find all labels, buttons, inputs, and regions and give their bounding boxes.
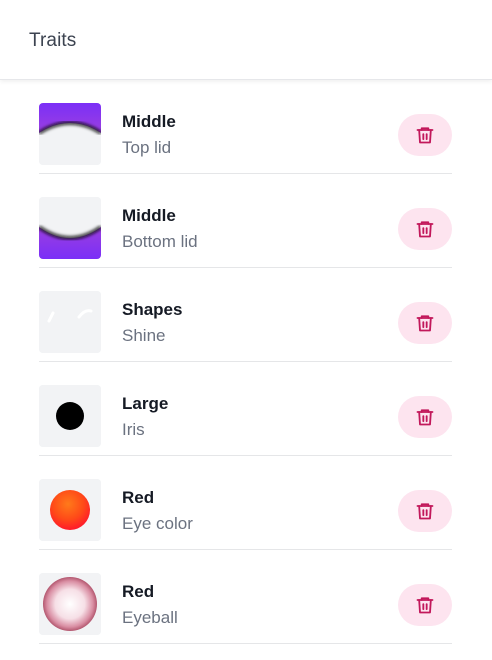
delete-trait-button[interactable]	[398, 208, 452, 250]
trash-icon	[416, 597, 434, 614]
trait-category: Shine	[122, 326, 166, 345]
trait-category: Eyeball	[122, 608, 178, 627]
trait-name: Red	[122, 488, 155, 507]
page-title: Traits	[29, 30, 77, 51]
trait-name: Large	[122, 394, 169, 413]
trash-icon	[416, 127, 434, 144]
trait-name: Red	[122, 582, 155, 601]
top-lid-icon	[39, 103, 101, 165]
eye-color-icon	[39, 479, 101, 541]
eyeball-icon	[39, 573, 101, 635]
trait-name: Shapes	[122, 300, 183, 319]
delete-trait-button[interactable]	[398, 584, 452, 626]
iris-icon	[39, 385, 101, 447]
trash-icon	[416, 221, 434, 238]
list-item: Middle Bottom lid	[39, 174, 452, 268]
delete-trait-button[interactable]	[398, 302, 452, 344]
list-item: Large Iris	[39, 362, 452, 456]
list-item: Shapes Shine	[39, 268, 452, 362]
list-item: Middle Top lid	[39, 80, 452, 174]
list-item: Red Eye color	[39, 456, 452, 550]
trash-icon	[416, 503, 434, 520]
trait-name: Middle	[122, 206, 176, 225]
trash-icon	[416, 409, 434, 426]
delete-trait-button[interactable]	[398, 114, 452, 156]
shine-icon	[39, 291, 101, 353]
traits-header: Traits	[0, 0, 492, 80]
list-item: Red Eyeball	[39, 550, 452, 644]
delete-trait-button[interactable]	[398, 396, 452, 438]
bottom-lid-icon	[39, 197, 101, 259]
trash-icon	[416, 315, 434, 332]
delete-trait-button[interactable]	[398, 490, 452, 532]
trait-name: Middle	[122, 112, 176, 131]
trait-category: Bottom lid	[122, 232, 198, 251]
trait-category: Top lid	[122, 138, 172, 157]
trait-category: Eye color	[122, 514, 193, 533]
trait-category: Iris	[122, 420, 145, 439]
